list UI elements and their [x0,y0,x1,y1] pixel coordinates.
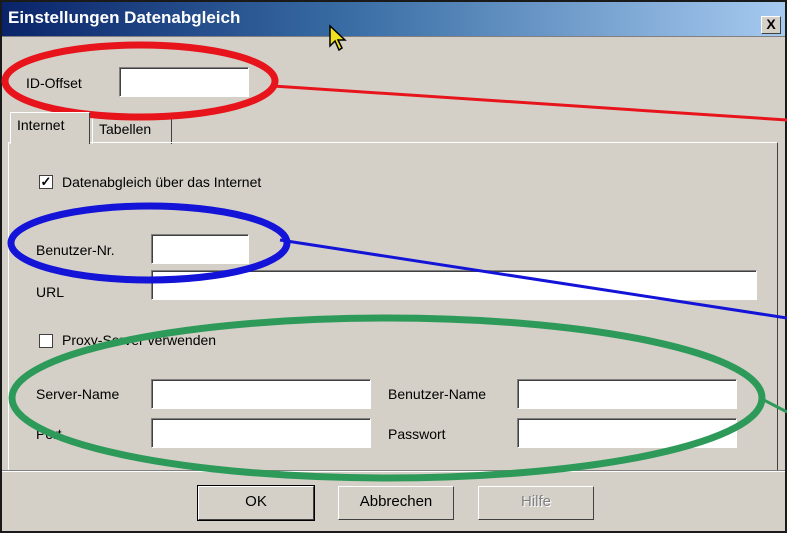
ok-button-label: OK [245,493,267,510]
title-bar[interactable]: Einstellungen Datenabgleich X [2,2,785,37]
ok-button[interactable]: OK [197,485,315,521]
help-button[interactable]: Hilfe [478,486,594,520]
cancel-button-label: Abbrechen [359,493,433,510]
user-name-label: Benutzer-Name [388,386,487,402]
url-label: URL [36,284,65,300]
cancel-button[interactable]: Abbrechen [338,486,454,520]
id-offset-label: ID-Offset [26,75,82,91]
close-icon: X [766,16,776,32]
tab-internet[interactable]: Internet [10,112,90,144]
user-name-input[interactable] [517,379,737,409]
password-input[interactable] [517,418,737,448]
mouse-cursor-icon [329,24,347,52]
port-label: Port [36,426,62,442]
id-offset-input[interactable] [119,67,249,97]
url-input[interactable] [151,270,757,300]
password-label: Passwort [388,426,446,442]
internet-sync-label: Datenabgleich über das Internet [62,174,262,190]
help-button-label: Hilfe [520,493,551,510]
tab-internet-label: Internet [17,117,65,133]
user-no-label: Benutzer-Nr. [36,242,115,258]
dialog-title: Einstellungen Datenabgleich [8,8,241,27]
server-name-label: Server-Name [36,386,120,402]
internet-sync-checkbox[interactable]: ✓ [39,175,53,189]
tab-tabellen-label: Tabellen [99,121,152,137]
tab-tabellen[interactable]: Tabellen [92,116,172,144]
user-no-input[interactable] [151,234,249,264]
proxy-checkbox[interactable] [39,334,53,348]
close-button[interactable]: X [761,16,781,34]
proxy-label: Proxy-Server verwenden [62,332,217,348]
port-input[interactable] [151,418,371,448]
server-name-input[interactable] [151,379,371,409]
settings-dialog: Einstellungen Datenabgleich X ID-Offset … [0,0,787,533]
button-divider [2,470,785,472]
